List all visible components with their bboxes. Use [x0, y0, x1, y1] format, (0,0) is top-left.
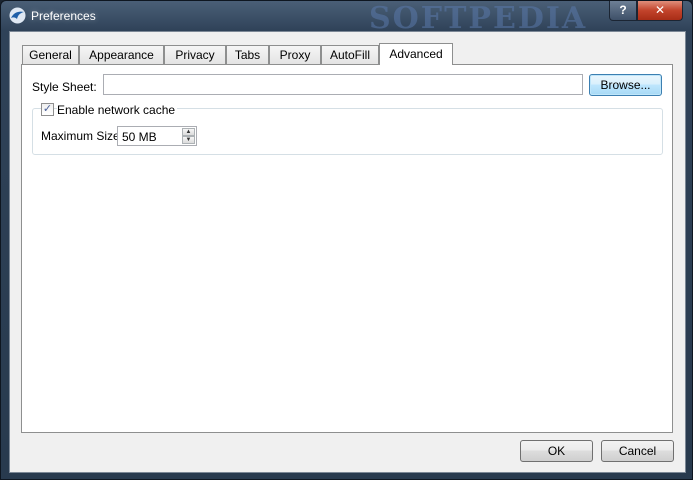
- close-button[interactable]: ✕: [637, 1, 683, 21]
- help-button[interactable]: ?: [609, 1, 637, 21]
- dialog-client-area: General Appearance Privacy Tabs Proxy Au…: [9, 31, 686, 473]
- tab-proxy[interactable]: Proxy: [269, 45, 321, 65]
- advanced-panel: Style Sheet: Browse... ✓ Enable network …: [21, 64, 673, 433]
- style-sheet-label: Style Sheet:: [32, 80, 97, 94]
- tab-general[interactable]: General: [22, 45, 79, 65]
- enable-cache-checkbox[interactable]: ✓: [41, 103, 54, 116]
- arrow-down-icon[interactable]: ▼: [182, 136, 195, 144]
- network-cache-group: ✓ Enable network cache Maximum Size: 50 …: [32, 103, 663, 155]
- ok-button[interactable]: OK: [520, 440, 593, 462]
- title-bar[interactable]: Preferences SOFTPEDIA ? ✕: [1, 1, 692, 36]
- arrow-up-icon[interactable]: ▲: [182, 128, 195, 136]
- enable-cache-label[interactable]: Enable network cache: [57, 103, 178, 117]
- maximum-size-spinbox[interactable]: 50 MB ▲ ▼: [117, 126, 197, 146]
- tab-advanced[interactable]: Advanced: [379, 43, 453, 65]
- tab-privacy[interactable]: Privacy: [164, 45, 226, 65]
- tab-appearance[interactable]: Appearance: [79, 45, 164, 65]
- style-sheet-input[interactable]: [103, 74, 583, 95]
- app-icon: [9, 7, 26, 24]
- browse-button[interactable]: Browse...: [589, 74, 662, 96]
- window-title: Preferences: [31, 9, 96, 23]
- maximum-size-label: Maximum Size:: [41, 129, 124, 143]
- tab-tabs[interactable]: Tabs: [226, 45, 269, 65]
- cancel-button[interactable]: Cancel: [601, 440, 674, 462]
- maximum-size-value[interactable]: 50 MB: [122, 130, 157, 144]
- preferences-window: Preferences SOFTPEDIA ? ✕ General Appear…: [0, 0, 693, 480]
- checkmark-icon: ✓: [42, 103, 53, 115]
- tab-autofill[interactable]: AutoFill: [321, 45, 379, 65]
